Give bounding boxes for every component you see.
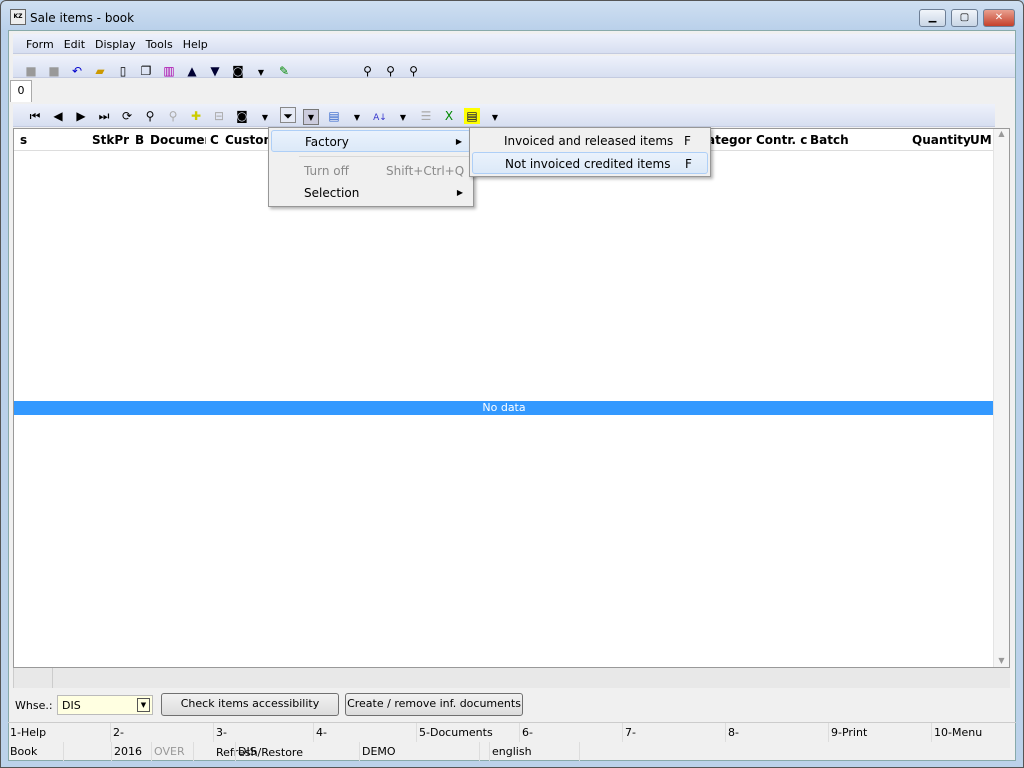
check-items-accessibility-button[interactable]: Check items accessibility	[161, 693, 339, 716]
menu-bar: Form Edit Display Tools Help	[13, 34, 1015, 54]
previous-record-icon[interactable]: ◀	[50, 108, 66, 124]
fkey-7[interactable]: 7-	[623, 723, 726, 742]
find-next-icon[interactable]: ⚲	[406, 63, 422, 79]
copy-icon[interactable]: ❐	[138, 63, 154, 79]
binoculars-disabled-icon: ⚲	[168, 109, 178, 123]
chevron-down-icon[interactable]: ▼	[137, 698, 150, 712]
menu-display[interactable]: Display	[95, 38, 136, 51]
col-contract[interactable]: Contr. c	[756, 133, 809, 147]
arrow-up-icon[interactable]: ▲	[184, 63, 200, 79]
menu-item-selection[interactable]: Selection ▶	[271, 182, 471, 204]
save-icon[interactable]: ■	[23, 63, 39, 79]
excel-icon[interactable]: X	[441, 108, 457, 124]
fkey-6[interactable]: 6-	[520, 723, 623, 742]
col-stkpr[interactable]: StkPr	[92, 133, 129, 147]
filter-dropdown-icon[interactable]: ▼	[303, 109, 319, 125]
status-language: english	[490, 742, 580, 761]
col-document[interactable]: Documer	[150, 133, 206, 147]
status-demo: DEMO	[360, 742, 480, 761]
menu-edit[interactable]: Edit	[64, 38, 85, 51]
grid-footer	[13, 668, 1010, 688]
vertical-scrollbar[interactable]: ▲ ▼	[993, 129, 1009, 667]
col-s[interactable]: s	[20, 133, 27, 147]
menu-item-turn-off: Turn off Shift+Ctrl+Q	[304, 164, 465, 178]
save-as-icon[interactable]: ■	[46, 63, 62, 79]
menu-form[interactable]: Form	[26, 38, 54, 51]
binoculars-icon[interactable]: ⚲	[360, 63, 376, 79]
no-data-row: No data	[14, 401, 994, 415]
status-bar: Book 2016 OVER DIS DEMO english	[8, 742, 1016, 761]
whse-label: Whse.:	[15, 699, 53, 712]
remove-icon: ⊟	[213, 109, 225, 123]
status-year: 2016	[112, 742, 152, 761]
dropdown-arrow-icon[interactable]: ▼	[253, 65, 269, 81]
fkey-2[interactable]: 2-	[111, 723, 214, 742]
fkey-5[interactable]: 5-Documents	[417, 723, 520, 742]
binoculars-icon[interactable]: ⚲	[142, 108, 158, 124]
refresh-icon[interactable]: ⟳	[119, 108, 135, 124]
menu-item-factory[interactable]: Factory ▶	[271, 130, 471, 152]
maximize-button[interactable]: ▢	[951, 9, 978, 27]
columns-icon[interactable]: ▤	[464, 108, 480, 124]
whse-value: DIS	[62, 699, 81, 712]
fkey-3[interactable]: 3-Refresh/Restore	[214, 723, 314, 759]
menu-tools[interactable]: Tools	[146, 38, 173, 51]
minimize-button[interactable]: ▁	[919, 9, 946, 27]
dropdown-arrow-icon[interactable]: ▼	[257, 110, 273, 126]
fkey-4[interactable]: 4-	[314, 723, 417, 742]
first-record-icon[interactable]: ⏮	[27, 108, 43, 124]
new-document-icon[interactable]: ▯	[115, 63, 131, 79]
last-record-icon[interactable]: ⏭	[96, 108, 112, 124]
function-keys-bar: 1-Help 2- 3-Refresh/Restore 4- 5-Documen…	[8, 722, 1016, 759]
fkey-9[interactable]: 9-Print	[829, 723, 932, 742]
menu-help[interactable]: Help	[183, 38, 208, 51]
grid-toolbar: ⏮ ◀ ▶ ⏭ ⟳ ⚲ ⚲ ✚ ⊟ ◙ ▼ ⏷ ▼ ▤ ▼ A↓ ▼ ☰ X ▤ ▼	[13, 104, 995, 127]
camera-icon[interactable]: ◙	[230, 63, 246, 79]
tab-0[interactable]: 0	[10, 80, 32, 102]
dropdown-arrow-icon[interactable]: ▼	[487, 110, 503, 126]
dropdown-arrow-icon[interactable]: ▼	[395, 110, 411, 126]
col-um[interactable]: UM	[970, 133, 992, 147]
filter-menu: Factory ▶ Turn off Shift+Ctrl+Q Selection ▶	[268, 127, 474, 207]
menu-item-invoiced-released[interactable]: Invoiced and released items F	[472, 130, 708, 152]
filter-icon[interactable]: ⏷	[280, 107, 296, 123]
window-title: Sale items - book	[30, 11, 135, 25]
app-icon: KZ	[10, 9, 26, 25]
export-icon[interactable]: ▤	[326, 108, 342, 124]
col-b[interactable]: B	[135, 133, 144, 147]
whse-select[interactable]: DIS ▼	[57, 695, 153, 715]
status-whse: DIS	[236, 742, 360, 761]
add-star-icon[interactable]: ✚	[188, 108, 204, 124]
list-icon: ☰	[420, 109, 432, 123]
create-remove-documents-button[interactable]: Create / remove inf. documents	[345, 693, 523, 716]
data-grid[interactable]: s StkPr B Documer C Custom ategor Contr.…	[13, 128, 1010, 668]
menu-item-not-invoiced-credited[interactable]: Not invoiced credited items F	[472, 152, 708, 174]
main-toolbar: ■ ■ ↶ ▰ ▯ ❐ ▥ ▲ ▼ ◙ ▼ ✎ ⚲ ⚲ ⚲	[13, 56, 1015, 78]
factory-submenu: Invoiced and released items F Not invoice…	[469, 127, 711, 177]
col-batch[interactable]: Batch	[810, 133, 849, 147]
sort-az-icon[interactable]: A↓	[372, 110, 388, 126]
col-category[interactable]: ategor	[707, 133, 752, 147]
next-record-icon[interactable]: ▶	[73, 108, 89, 124]
col-customer[interactable]: Custom	[225, 133, 270, 147]
excel-edit-icon[interactable]: ✎	[276, 63, 292, 79]
fkey-10[interactable]: 10-Menu	[932, 723, 1016, 742]
fkey-1[interactable]: 1-Help	[8, 723, 111, 742]
find-previous-icon[interactable]: ⚲	[383, 63, 399, 79]
status-over: OVER	[152, 742, 194, 761]
col-c[interactable]: C	[210, 133, 219, 147]
status-book: Book	[8, 742, 64, 761]
open-folder-icon[interactable]: ▰	[92, 63, 108, 79]
close-button[interactable]: ✕	[983, 9, 1015, 27]
arrow-down-icon[interactable]: ▼	[207, 63, 223, 79]
col-quantity[interactable]: Quantity	[912, 133, 971, 147]
book-icon[interactable]: ▥	[161, 63, 177, 79]
fkey-8[interactable]: 8-	[726, 723, 829, 742]
undo-icon[interactable]: ↶	[69, 63, 85, 79]
camera-icon[interactable]: ◙	[234, 108, 250, 124]
dropdown-arrow-icon[interactable]: ▼	[349, 110, 365, 126]
